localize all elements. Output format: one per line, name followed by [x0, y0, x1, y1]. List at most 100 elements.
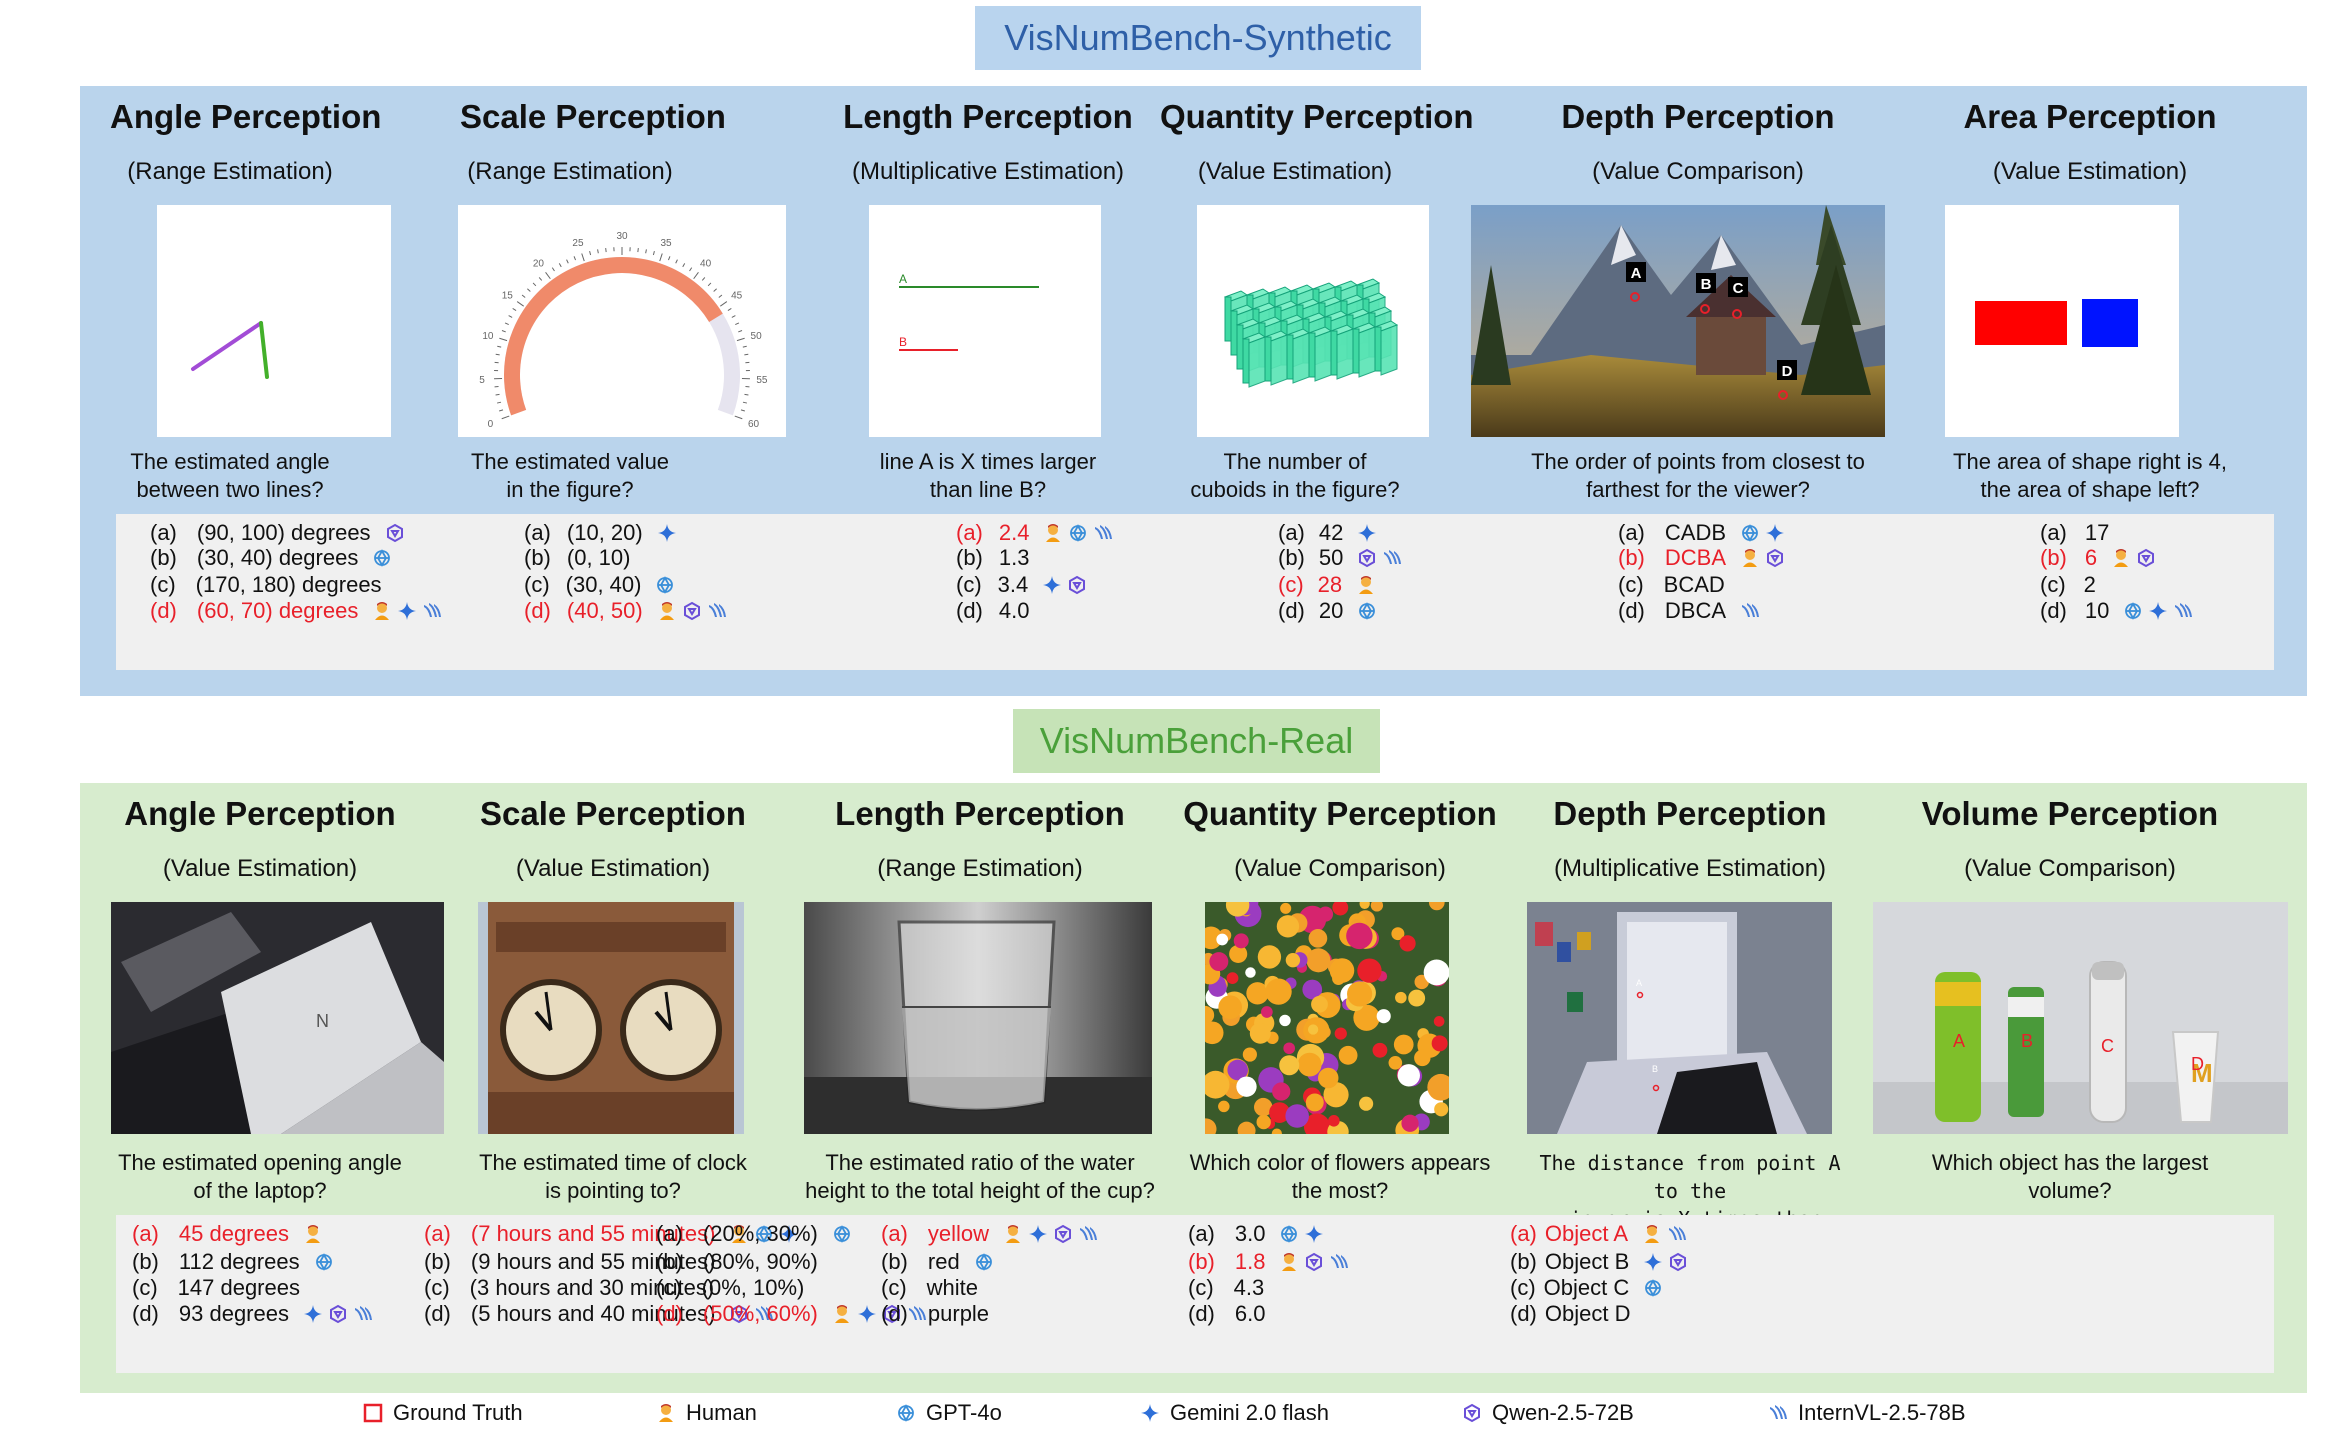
- internvl-icon: [1329, 1252, 1349, 1272]
- internvl-icon: [1740, 601, 1760, 621]
- model-icons: [1357, 523, 1377, 543]
- human-icon: [372, 601, 392, 621]
- column-subtitle: (Value Comparison): [1234, 855, 1446, 882]
- option-letter: (b): [656, 1249, 683, 1274]
- gpt-icon: [1068, 523, 1088, 543]
- synthetic-gauge-image: 0 5 10 15 20 25 30 35 40 45 50 55 60: [458, 205, 786, 437]
- synthetic-angle-image: [157, 205, 391, 437]
- legend-item-gemini: Gemini 2.0 flash: [1140, 1396, 1329, 1430]
- model-icons: [385, 523, 405, 543]
- option-letter: (c): [132, 1275, 158, 1300]
- real-panel: Angle Perception (Value Estimation) The …: [80, 783, 2307, 1393]
- model-icons: [1643, 1278, 1663, 1298]
- option-value: (40, 50): [566, 598, 643, 623]
- option-value: DBCA: [1664, 598, 1727, 623]
- option-letter: (a): [424, 1221, 451, 1246]
- human-icon: [1043, 523, 1063, 543]
- legend-item-qwen: Qwen-2.5-72B: [1462, 1396, 1634, 1430]
- internvl-icon: [2173, 601, 2193, 621]
- real-laptop-image: N: [111, 902, 444, 1134]
- column-title: Angle Perception: [110, 98, 382, 135]
- option-value: (50%, 60%): [702, 1301, 818, 1326]
- option-value: 112 degrees: [178, 1249, 300, 1274]
- option-value: 6.0: [1234, 1301, 1266, 1326]
- gpt-icon: [1357, 601, 1377, 621]
- model-icons: [974, 1252, 994, 1272]
- column-subtitle: (Range Estimation): [467, 158, 673, 185]
- real-section-title: VisNumBench-Real: [1013, 709, 1380, 773]
- model-icons: [657, 601, 727, 621]
- real-objects-image: M A B C D: [1873, 902, 2288, 1134]
- option-value: 3.4: [997, 572, 1029, 597]
- option-d: (d) Object D: [1510, 1299, 1630, 1329]
- object-d-label: D: [2191, 1054, 2204, 1074]
- option-value: Object A: [1544, 1221, 1629, 1246]
- model-icons: [2111, 548, 2156, 568]
- column-question: The estimated angle between two lines?: [130, 449, 330, 502]
- option-d: (d) (60, 70) degrees: [150, 596, 442, 626]
- option-d: (d) 20: [1278, 596, 1377, 626]
- qwen-icon: [1053, 1224, 1073, 1244]
- gemini-icon: [1765, 523, 1785, 543]
- option-letter: (a): [132, 1221, 159, 1246]
- human-icon: [832, 1304, 852, 1324]
- room-point-b-label: B: [1652, 1064, 1658, 1074]
- option-value: (60, 70) degrees: [196, 598, 359, 623]
- option-letter: (b): [1510, 1249, 1537, 1274]
- option-letter: (c): [524, 572, 550, 597]
- human-icon: [657, 601, 677, 621]
- gemini-icon: [1643, 1252, 1663, 1272]
- option-b: (b) 6: [2040, 543, 2156, 573]
- option-letter: (b): [881, 1249, 908, 1274]
- option-b: (b) 1.3: [956, 543, 1029, 573]
- legend-label: Qwen-2.5-72B: [1492, 1400, 1634, 1425]
- qwen-icon: [1668, 1252, 1688, 1272]
- option-value: (30, 40) degrees: [196, 545, 359, 570]
- gauge-tick-label: 55: [756, 375, 768, 386]
- point-a-label: A: [1631, 265, 1642, 282]
- internvl-icon: [1667, 1224, 1687, 1244]
- option-letter: (a): [1510, 1221, 1537, 1246]
- gauge-tick-label: 30: [616, 231, 628, 242]
- real-flowers-image: [1205, 902, 1449, 1134]
- model-icons: [372, 601, 442, 621]
- model-icons: [1279, 1252, 1349, 1272]
- synthetic-lines-image: A B: [869, 205, 1101, 437]
- column-title: Quantity Perception: [1160, 98, 1474, 135]
- gemini-icon: [303, 1304, 323, 1324]
- option-letter: (d): [524, 598, 551, 623]
- option-value: (20%, 30%): [702, 1221, 818, 1246]
- gauge-tick-label: 60: [748, 419, 760, 430]
- option-a: (a) yellow: [881, 1219, 1098, 1249]
- option-value: 6: [2084, 545, 2098, 570]
- model-icons: [657, 523, 677, 543]
- gemini-icon: [2148, 601, 2168, 621]
- internvl-icon: [422, 601, 442, 621]
- column-question: The estimated ratio of the water height t…: [805, 1150, 1155, 1203]
- point-d-label: D: [1782, 363, 1793, 380]
- gemini-icon: [1140, 1403, 1170, 1423]
- gemini-icon: [1042, 575, 1062, 595]
- column-subtitle: (Value Estimation): [162, 855, 358, 882]
- option-value: 10: [2084, 598, 2110, 623]
- gauge-tick-label: 50: [751, 331, 763, 342]
- gauge-tick-label: 0: [488, 419, 494, 430]
- internvl-icon: [353, 1304, 373, 1324]
- gemini-icon: [1304, 1224, 1324, 1244]
- column-question: Which color of flowers appears the most?: [1189, 1150, 1491, 1203]
- option-letter: (b): [1188, 1249, 1215, 1274]
- synthetic-cuboids-image: [1197, 205, 1429, 437]
- option-letter: (c): [1618, 572, 1644, 597]
- column-subtitle: (Range Estimation): [877, 855, 1083, 882]
- legend-label: GPT-4o: [926, 1400, 1002, 1425]
- column-question: line A is X times larger than line B?: [879, 449, 1097, 502]
- qwen-icon: [1357, 548, 1377, 568]
- option-letter: (b): [1278, 545, 1305, 570]
- option-letter: (b): [150, 545, 177, 570]
- model-icons: [1357, 548, 1402, 568]
- model-icons: [303, 1304, 373, 1324]
- legend-item-internvl: InternVL-2.5-78B: [1768, 1396, 1966, 1430]
- option-letter: (d): [1188, 1301, 1215, 1326]
- column-subtitle: (Value Estimation): [1197, 158, 1393, 185]
- option-d: (d) 4.0: [956, 596, 1029, 626]
